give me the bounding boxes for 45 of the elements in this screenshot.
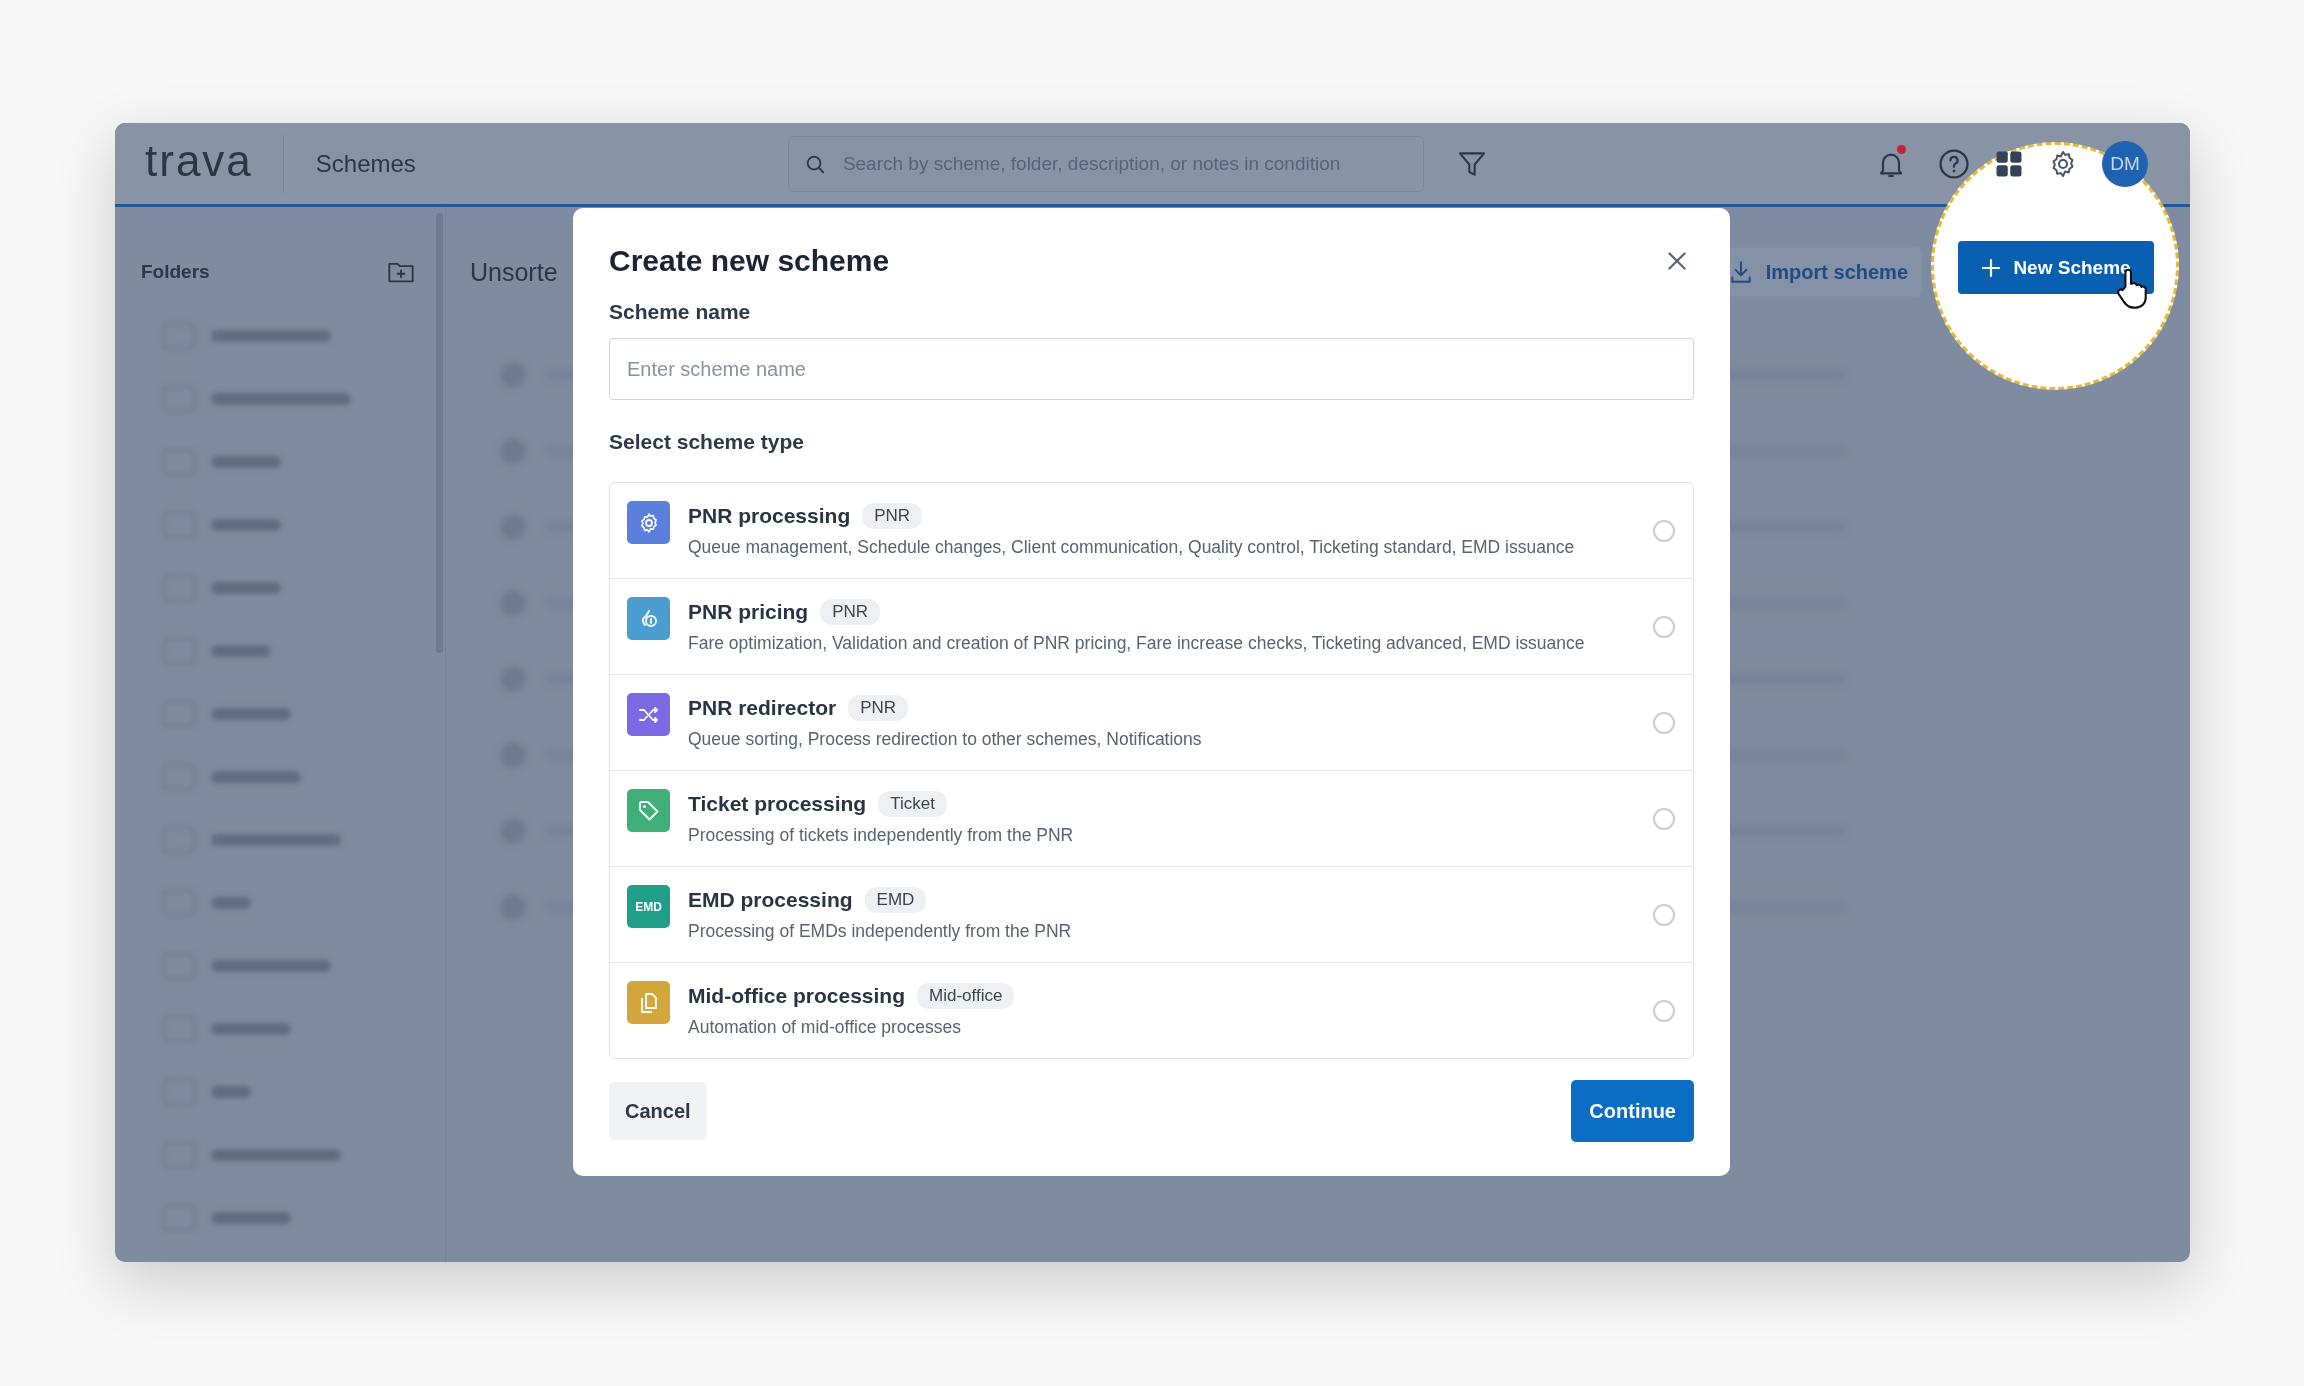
field-label: Scheme name [609,300,752,324]
scheme-type-option[interactable]: EMD EMD processing EMD Processing of EMDs independently from the PNR [610,866,1693,962]
scheme-type-option[interactable]: PNR pricing PNR Fare optimization, Validation and creation of PNR pricing, Fare increase checks, Ticketing advanced, EMD issuance [610,578,1693,674]
option-title: PNR pricing [688,600,809,624]
logo: trava [145,138,253,187]
scheme-type-option[interactable]: Ticket processing Ticket Processing of tickets independently from the PNR [610,770,1693,866]
emd-badge-icon: EMD [627,885,670,928]
type-tag: PNR [820,599,881,625]
option-title: Ticket processing [688,792,867,816]
option-title: Mid-office processing [688,984,906,1008]
option-title: PNR processing [688,504,851,528]
new-scheme-button[interactable]: New Scheme [1958,241,2154,294]
type-tag: Mid-office [917,983,1015,1009]
plus-icon [1981,257,2002,278]
sidebar-title: Folders [141,261,210,283]
option-title: PNR redirector [688,696,837,720]
type-tag: EMD [864,887,927,913]
type-tag: PNR [848,695,909,721]
section-label: Select scheme type [609,430,805,454]
option-description: Fare optimization, Validation and creation of PNR pricing, Fare increase checks, Ticketing advanced, EMD issuance [688,633,1586,654]
section-title: Unsorte [470,257,558,287]
option-description: Queue sorting, Process redirection to other schemes, Notifications [688,729,1203,750]
continue-button[interactable]: Continue [1571,1080,1694,1142]
radio-button[interactable] [1653,999,1675,1022]
radio-button[interactable] [1653,615,1675,638]
scheme-name-input[interactable]: Enter scheme name [609,338,1694,400]
dialog-title: Create new scheme [609,244,890,278]
option-description: Processing of EMDs independently from the PNR [688,921,1073,942]
radio-button[interactable] [1653,711,1675,734]
scheme-type-option[interactable]: PNR redirector PNR Queue sorting, Process redirection to other schemes, Notifications [610,674,1693,770]
scheme-type-option[interactable]: PNR processing PNR Queue management, Schedule changes, Client communication, Quality control, Ticketing standard, EMD issuance [610,483,1693,578]
user-avatar[interactable]: DM [2102,140,2148,187]
option-description: Queue management, Schedule changes, Client communication, Quality control, Ticketing standard, EMD issuance [688,537,1576,558]
help-icon[interactable] [1937,146,1971,181]
scheme-type-option[interactable]: Mid-office processing Mid-office Automation of mid-office processes [610,962,1693,1058]
option-description: Automation of mid-office processes [688,1017,962,1038]
type-tag: PNR [862,503,923,529]
cancel-button[interactable]: Cancel [609,1082,707,1140]
radio-button[interactable] [1653,903,1675,926]
option-description: Processing of tickets independently from the PNR [688,825,1075,846]
type-tag: Ticket [878,791,947,817]
radio-button[interactable] [1653,519,1675,542]
radio-button[interactable] [1653,807,1675,830]
option-title: EMD processing [688,888,853,912]
page-title: Schemes [315,149,416,178]
